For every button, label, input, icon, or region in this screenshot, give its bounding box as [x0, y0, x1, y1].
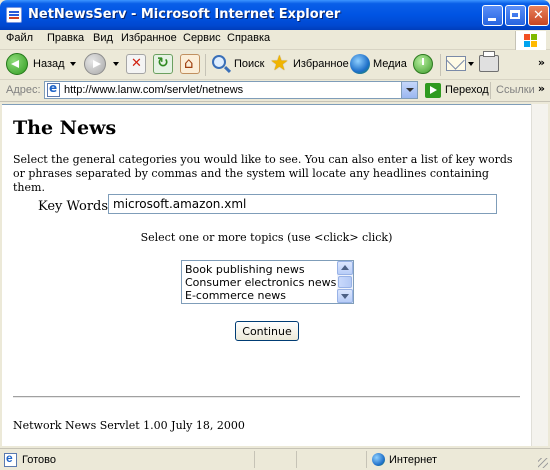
topics-label: Select one or more topics (use <click> c…: [140, 231, 393, 244]
back-dropdown-icon[interactable]: [70, 62, 76, 66]
address-field[interactable]: http://www.lanw.com/servlet/netnews: [44, 81, 418, 99]
scroll-thumb[interactable]: [338, 276, 352, 288]
printer-icon[interactable]: [479, 51, 499, 72]
status-text: Готово: [22, 454, 56, 466]
menu-file[interactable]: Файл: [6, 32, 33, 44]
page-scrollbar[interactable]: [531, 104, 548, 446]
title-bar: NetNewsServ - Microsoft Internet Explore…: [0, 0, 550, 30]
keywords-label: Key Words:: [38, 199, 113, 214]
status-bar: Готово Интернет: [0, 448, 550, 470]
search-button-label[interactable]: Поиск: [234, 58, 264, 82]
topics-scrollbar[interactable]: [337, 261, 353, 303]
internet-zone-globe-icon: [372, 453, 385, 466]
topics-listbox[interactable]: Book publishing news Consumer electronic…: [181, 260, 354, 304]
minimize-button[interactable]: [482, 5, 503, 26]
close-button[interactable]: ✕: [528, 5, 549, 26]
back-arrow-icon[interactable]: [6, 53, 28, 75]
ie-page-icon: [4, 451, 17, 467]
stop-icon[interactable]: [126, 54, 146, 74]
favorites-button-label[interactable]: Избранное: [293, 58, 349, 82]
links-overflow-chevron[interactable]: »: [538, 82, 545, 95]
forward-dropdown-icon[interactable]: [113, 62, 119, 66]
page-title: The News: [13, 117, 117, 139]
go-arrow-icon[interactable]: [425, 83, 441, 98]
address-url[interactable]: http://www.lanw.com/servlet/netnews: [64, 84, 243, 96]
links-label[interactable]: Ссылки: [496, 84, 535, 96]
scroll-up-arrow-icon[interactable]: [337, 261, 353, 275]
address-separator: [490, 82, 491, 99]
ie-app-icon: [6, 7, 22, 23]
mail-icon[interactable]: [446, 56, 466, 71]
favorites-star-icon[interactable]: ★: [270, 52, 289, 74]
menu-view[interactable]: Вид: [93, 32, 113, 44]
toolbar-separator: [440, 54, 441, 76]
menu-favorites[interactable]: Избранное: [121, 32, 177, 44]
continue-button[interactable]: Continue: [235, 321, 299, 341]
history-clock-icon[interactable]: [413, 54, 433, 74]
go-button-label[interactable]: Переход: [445, 84, 489, 96]
windows-logo-icon: [515, 31, 546, 50]
ie-page-icon: [47, 81, 60, 97]
topic-option[interactable]: Consumer electronics news: [185, 276, 336, 289]
media-icon[interactable]: [350, 54, 370, 74]
menu-help[interactable]: Справка: [227, 32, 270, 44]
maximize-button[interactable]: [505, 5, 526, 26]
security-zone-text: Интернет: [389, 454, 437, 466]
back-button-label[interactable]: Назад: [33, 58, 65, 82]
footer-text: Network News Servlet 1.00 July 18, 2000: [13, 419, 245, 432]
address-dropdown-icon[interactable]: [401, 82, 417, 98]
keywords-input[interactable]: [108, 194, 497, 214]
resize-grip-icon[interactable]: [538, 458, 548, 468]
home-icon[interactable]: [180, 54, 200, 74]
menu-tools[interactable]: Сервис: [183, 32, 221, 44]
page-content: The News Select the general categories y…: [2, 104, 531, 446]
media-button-label[interactable]: Медиа: [373, 58, 407, 82]
horizontal-divider: [13, 396, 520, 398]
scroll-down-arrow-icon[interactable]: [337, 289, 353, 303]
topic-option[interactable]: E-commerce news: [185, 289, 286, 302]
topic-option[interactable]: Book publishing news: [185, 263, 305, 276]
mail-dropdown-icon[interactable]: [468, 62, 474, 66]
toolbar-separator: [205, 54, 206, 76]
address-label: Адрес:: [6, 84, 41, 96]
toolbar: Назад Поиск ★ Избранное Медиа »: [0, 50, 550, 80]
toolbar-overflow-chevron[interactable]: »: [538, 56, 545, 69]
status-divider: [254, 451, 255, 468]
address-bar: Адрес: http://www.lanw.com/servlet/netne…: [0, 80, 550, 102]
status-divider: [366, 451, 367, 468]
forward-arrow-icon[interactable]: [84, 53, 106, 75]
refresh-icon[interactable]: [153, 54, 173, 74]
menu-bar: Файл Правка Вид Избранное Сервис Справка: [0, 30, 550, 50]
window-title: NetNewsServ - Microsoft Internet Explore…: [28, 7, 341, 22]
status-divider: [296, 451, 297, 468]
menu-edit[interactable]: Правка: [47, 32, 84, 44]
search-icon[interactable]: [212, 55, 226, 69]
intro-text: Select the general categories you would …: [13, 153, 513, 194]
